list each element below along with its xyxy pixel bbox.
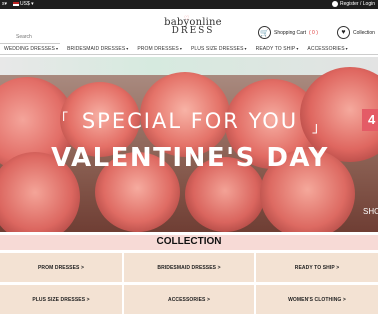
chevron-down-icon: ▾ — [244, 46, 247, 51]
valentines-banner[interactable]: 「 SPECIAL FOR YOU 」 VALENTINE'S DAY 4 SH… — [0, 57, 378, 232]
chevron-down-icon: ▾ — [179, 46, 182, 51]
user-icon — [331, 1, 338, 7]
side-shop-text: SHO — [363, 207, 378, 216]
category-grid: PROM DRESSES > BRIDESMAID DRESSES > READ… — [0, 253, 378, 320]
nav-item-ready-to-ship[interactable]: READY TO SHIP▾ — [256, 46, 299, 52]
heart-icon: ♥ — [337, 26, 350, 39]
cart-button[interactable]: 🛒 Shopping Cart ( 0 ) — [258, 26, 318, 39]
category-plus-size-dresses[interactable]: PLUS SIZE DRESSES > — [0, 285, 122, 314]
top-bar: s▾ US$ ▾ Register / Login — [0, 0, 378, 9]
category-prom-dresses[interactable]: PROM DRESSES > — [0, 253, 122, 282]
cart-label: Shopping Cart — [274, 29, 306, 36]
search-box — [0, 25, 60, 44]
bracket-right: 」 — [312, 119, 326, 135]
chevron-down-icon: ▾ — [296, 46, 299, 51]
banner-special-text: SPECIAL FOR YOU — [81, 109, 299, 133]
language-selector[interactable]: s▾ — [2, 1, 7, 7]
nav-item-accessories[interactable]: ACCESSORIES▾ — [307, 46, 347, 52]
account-link[interactable]: Register / Login — [340, 1, 375, 7]
chevron-down-icon: ▾ — [55, 46, 59, 51]
nav-item-prom-dresses[interactable]: PROM DRESSES▾ — [137, 46, 182, 52]
currency-selector[interactable]: US$ ▾ — [13, 1, 34, 7]
category-womens-clothing[interactable]: WOMEN'S CLOTHING > — [256, 285, 378, 314]
cart-icon: 🛒 — [258, 26, 271, 39]
collection-title: COLLECTION — [156, 236, 222, 247]
heart-icon: ♡ — [184, 16, 190, 22]
cart-count: ( 0 ) — [308, 29, 318, 36]
category-ready-to-ship[interactable]: READY TO SHIP > — [256, 253, 378, 282]
nav-item-bridesmaid-dresses[interactable]: BRIDESMAID DRESSES▾ — [67, 46, 128, 52]
banner-headline: VALENTINE'S DAY — [51, 143, 329, 173]
side-number: 4 — [368, 112, 376, 127]
collection-button[interactable]: ♥ Collection — [337, 26, 375, 39]
us-flag-icon — [13, 1, 20, 6]
main-nav: WEDDING DRESSES▾ BRIDESMAID DRESSES▾ PRO… — [0, 44, 378, 55]
search-input[interactable] — [0, 31, 60, 44]
collection-heading-strip: COLLECTION — [0, 235, 378, 250]
category-accessories[interactable]: ACCESSORIES > — [124, 285, 254, 314]
chevron-down-icon: ▾ — [126, 46, 129, 51]
nav-item-wedding-dresses[interactable]: WEDDING DRESSES▾ — [4, 46, 58, 52]
nav-item-plus-size-dresses[interactable]: PLUS SIZE DRESSES▾ — [191, 46, 247, 52]
collection-label: Collection — [353, 29, 375, 36]
site-logo[interactable]: ♡ babyonline DRESS — [158, 16, 228, 43]
category-bridesmaid-dresses[interactable]: BRIDESMAID DRESSES > — [124, 253, 254, 282]
chevron-down-icon: ▾ — [345, 46, 348, 51]
